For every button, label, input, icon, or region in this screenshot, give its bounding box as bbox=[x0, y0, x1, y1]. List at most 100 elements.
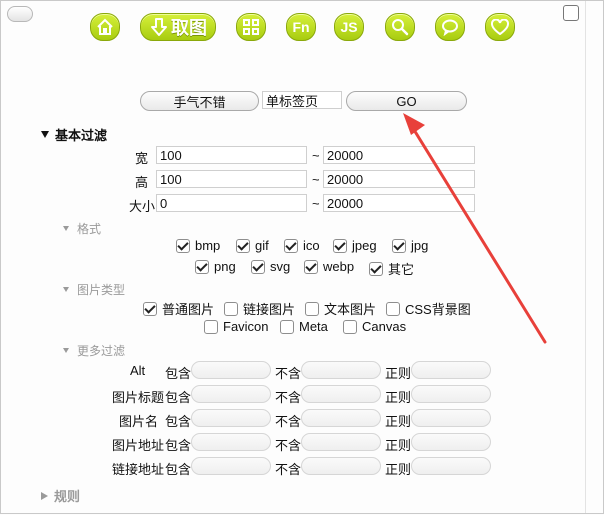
format-checkbox-jpg[interactable]: jpg bbox=[392, 238, 428, 253]
regex-label: 正则 bbox=[385, 414, 412, 429]
checkbox-label: Meta bbox=[299, 319, 328, 334]
more-filter-header[interactable]: 更多过滤 bbox=[63, 342, 125, 359]
url-include-input[interactable] bbox=[191, 433, 271, 451]
type-checkbox-meta[interactable]: Meta bbox=[280, 319, 328, 334]
go-button[interactable]: GO bbox=[346, 91, 467, 111]
checkbox-box bbox=[343, 319, 357, 334]
link-exclude-input[interactable] bbox=[301, 457, 381, 475]
toggle-switch[interactable] bbox=[7, 6, 33, 22]
checkbox-box bbox=[386, 301, 400, 316]
basic-filter-header[interactable]: 基本过滤 bbox=[41, 125, 107, 144]
type-checkbox-canvas[interactable]: Canvas bbox=[343, 319, 406, 334]
format-title: 格式 bbox=[77, 222, 102, 236]
checkbox-label: 普通图片 bbox=[162, 302, 215, 317]
checkbox-label: gif bbox=[255, 238, 269, 253]
size-max-input[interactable] bbox=[323, 194, 475, 212]
format-checkbox-png[interactable]: png bbox=[195, 259, 236, 274]
format-checkbox-gif[interactable]: gif bbox=[236, 238, 269, 253]
checkbox-label: 其它 bbox=[388, 262, 415, 277]
alt-regex-input[interactable] bbox=[411, 361, 491, 379]
collapse-triangle-icon bbox=[63, 287, 69, 292]
link-regex-input[interactable] bbox=[411, 457, 491, 475]
checkbox-label: Favicon bbox=[223, 319, 269, 334]
type-checkbox-favicon[interactable]: Favicon bbox=[204, 319, 269, 334]
width-range-sep: ~ bbox=[312, 148, 320, 163]
download-arrow-icon bbox=[151, 18, 167, 36]
url-regex-input[interactable] bbox=[411, 433, 491, 451]
home-button[interactable] bbox=[90, 13, 120, 41]
fn-button[interactable]: Fn bbox=[286, 13, 316, 41]
size-range-sep: ~ bbox=[312, 196, 320, 211]
checkbox-box bbox=[224, 301, 238, 316]
checkbox-label: svg bbox=[270, 259, 291, 274]
type-checkbox-text[interactable]: 文本图片 bbox=[305, 299, 376, 318]
chat-bubble-icon bbox=[442, 19, 458, 36]
checkbox-label: png bbox=[214, 259, 236, 274]
size-label: 大小 bbox=[129, 199, 156, 214]
include-label: 包含 bbox=[165, 390, 192, 405]
format-checkbox-ico[interactable]: ico bbox=[284, 238, 320, 253]
height-min-input[interactable] bbox=[156, 170, 307, 188]
checkbox-label: 链接图片 bbox=[243, 302, 296, 317]
checkbox-box bbox=[305, 301, 319, 316]
regex-label: 正则 bbox=[385, 438, 412, 453]
alt-exclude-input[interactable] bbox=[301, 361, 381, 379]
format-checkbox-other[interactable]: 其它 bbox=[369, 259, 414, 278]
fetch-images-label: 取图 bbox=[171, 18, 207, 38]
title-exclude-input[interactable] bbox=[301, 385, 381, 403]
checkbox-label: webp bbox=[323, 259, 355, 274]
name-include-input[interactable] bbox=[191, 409, 271, 427]
tab-mode-field[interactable] bbox=[262, 91, 342, 109]
title-include-input[interactable] bbox=[191, 385, 271, 403]
checkbox-label: CSS背景图 bbox=[405, 302, 471, 317]
type-checkbox-normal[interactable]: 普通图片 bbox=[143, 299, 214, 318]
grid-view-button[interactable] bbox=[236, 13, 266, 41]
search-button[interactable] bbox=[385, 13, 415, 41]
width-max-input[interactable] bbox=[323, 146, 475, 164]
checkbox-box bbox=[392, 238, 406, 253]
type-checkbox-css-bg[interactable]: CSS背景图 bbox=[386, 299, 471, 318]
alt-include-input[interactable] bbox=[191, 361, 271, 379]
js-label: JS bbox=[340, 19, 358, 35]
checkbox-box bbox=[304, 259, 318, 274]
checkbox-label: ico bbox=[303, 238, 320, 253]
checkbox-box bbox=[195, 259, 209, 274]
heart-icon bbox=[491, 19, 509, 35]
link-include-input[interactable] bbox=[191, 457, 271, 475]
favorite-button[interactable] bbox=[485, 13, 515, 41]
fetch-images-button[interactable]: 取图 bbox=[140, 13, 216, 41]
name-exclude-input[interactable] bbox=[301, 409, 381, 427]
js-button[interactable]: JS bbox=[334, 13, 364, 41]
checkbox-box bbox=[284, 238, 298, 253]
image-type-header[interactable]: 图片类型 bbox=[63, 281, 125, 298]
name-filter-label: 图片名 bbox=[119, 414, 159, 429]
name-regex-input[interactable] bbox=[411, 409, 491, 427]
rules-title: 规则 bbox=[54, 489, 81, 504]
type-checkbox-link[interactable]: 链接图片 bbox=[224, 299, 295, 318]
include-label: 包含 bbox=[165, 462, 192, 477]
format-checkbox-bmp[interactable]: bmp bbox=[176, 238, 220, 253]
size-min-input[interactable] bbox=[156, 194, 307, 212]
checkbox-label: jpg bbox=[411, 238, 429, 253]
image-type-title: 图片类型 bbox=[77, 283, 126, 297]
checkbox-box bbox=[204, 319, 218, 334]
height-max-input[interactable] bbox=[323, 170, 475, 188]
url-exclude-input[interactable] bbox=[301, 433, 381, 451]
basic-filter-title: 基本过滤 bbox=[55, 128, 108, 143]
checkbox-label: bmp bbox=[195, 238, 221, 253]
width-min-input[interactable] bbox=[156, 146, 307, 164]
format-header[interactable]: 格式 bbox=[63, 220, 101, 237]
scrollbar-track bbox=[585, 1, 586, 513]
format-checkbox-svg[interactable]: svg bbox=[251, 259, 290, 274]
search-icon bbox=[392, 19, 409, 36]
format-checkbox-webp[interactable]: webp bbox=[304, 259, 354, 274]
lucky-button[interactable]: 手气不错 bbox=[140, 91, 259, 111]
feedback-button[interactable] bbox=[435, 13, 465, 41]
collapse-triangle-icon bbox=[41, 131, 49, 138]
height-range-sep: ~ bbox=[312, 172, 320, 187]
checkbox-box bbox=[333, 238, 347, 253]
format-checkbox-jpeg[interactable]: jpeg bbox=[333, 238, 377, 253]
rules-header[interactable]: 规则 bbox=[41, 486, 80, 505]
title-regex-input[interactable] bbox=[411, 385, 491, 403]
pin-checkbox[interactable] bbox=[563, 5, 579, 21]
